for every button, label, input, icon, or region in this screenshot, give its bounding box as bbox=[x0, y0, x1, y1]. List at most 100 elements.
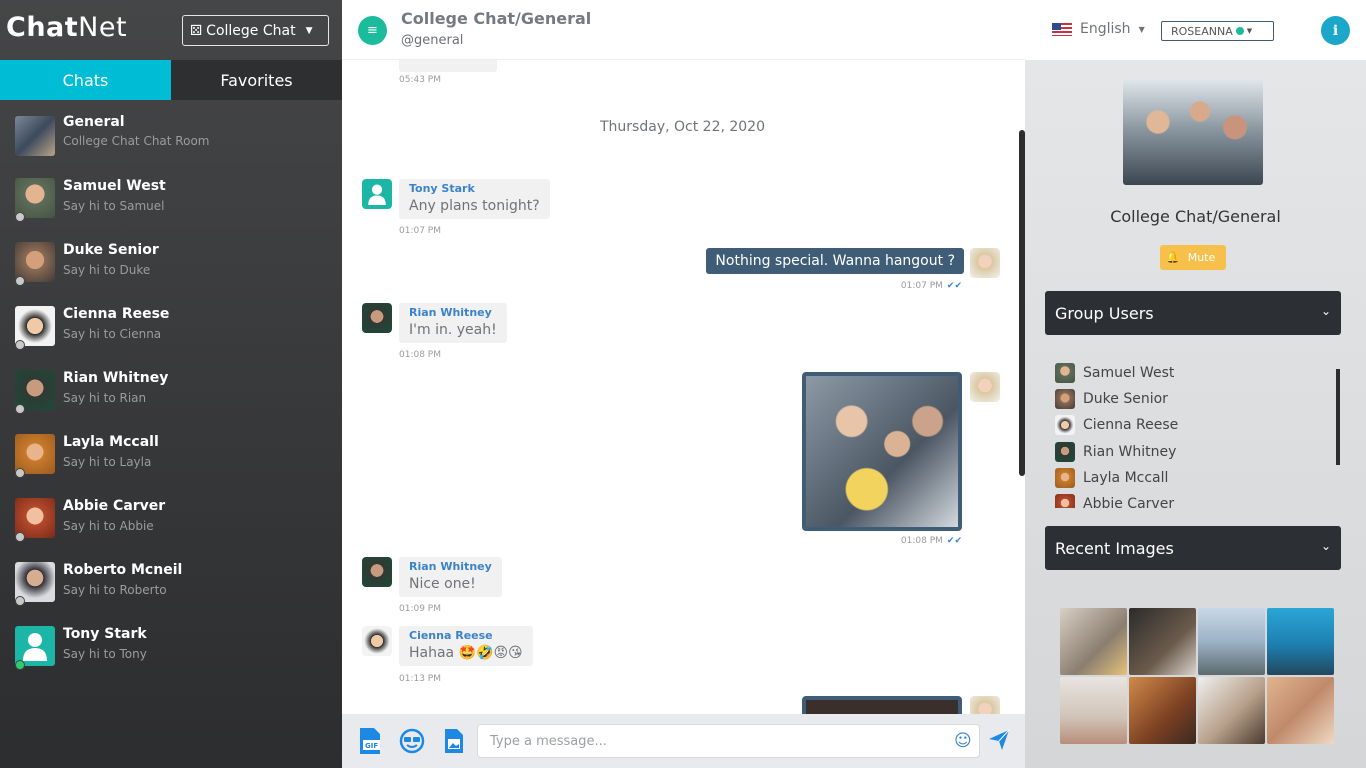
outgoing-message-bubble: Nothing special. Wanna hangout ? bbox=[706, 248, 964, 274]
list-item[interactable]: Duke Senior bbox=[1055, 386, 1335, 412]
message-time: 01:08 PM bbox=[900, 536, 943, 546]
chat-item-duke-senior[interactable]: Duke Senior Say hi to Duke bbox=[0, 228, 342, 292]
language-dropdown[interactable]: English ▼ bbox=[1052, 21, 1145, 37]
emoji-icon[interactable]: ☺ bbox=[954, 731, 974, 751]
caret-down-icon: ▼ bbox=[1138, 24, 1145, 34]
recent-images-title: Recent Images bbox=[1055, 538, 1174, 558]
recent-image-thumb[interactable] bbox=[1267, 608, 1334, 675]
message-text: Nice one! bbox=[409, 576, 476, 592]
group-users-accordion[interactable]: Group Users ⌄ bbox=[1045, 291, 1341, 335]
chat-item-cienna-reese[interactable]: Cienna Reese Say hi to Cienna bbox=[0, 292, 342, 356]
list-item[interactable]: Layla Mccall bbox=[1055, 465, 1335, 491]
tab-favorites[interactable]: Favorites bbox=[171, 60, 342, 100]
message-bubble bbox=[399, 60, 497, 72]
send-icon bbox=[989, 729, 1010, 750]
list-item[interactable]: Rian Whitney bbox=[1055, 439, 1335, 465]
avatar bbox=[362, 179, 392, 209]
avatar bbox=[1055, 415, 1075, 436]
avatar bbox=[362, 557, 392, 587]
chat-list: General College Chat Chat Room Samuel We… bbox=[0, 100, 342, 676]
room-title: College Chat/General bbox=[401, 9, 592, 28]
chat-name: Abbie Carver bbox=[63, 498, 166, 514]
image-message[interactable] bbox=[802, 696, 962, 714]
group-users-list[interactable]: Samuel West Duke Senior Cienna Reese Ria… bbox=[1055, 360, 1335, 508]
chat-name: Cienna Reese bbox=[63, 306, 170, 322]
recent-image-thumb[interactable] bbox=[1198, 608, 1265, 675]
room-selector-dropdown[interactable]: ⚄ College Chat ▼ bbox=[182, 15, 329, 46]
chat-header: ≡ College Chat/General @general bbox=[342, 0, 1025, 60]
avatar bbox=[970, 372, 1000, 402]
tab-chats[interactable]: Chats bbox=[0, 60, 171, 100]
chat-item-roberto-mcneil[interactable]: Roberto Mcneil Say hi to Roberto bbox=[0, 548, 342, 612]
recent-image-thumb[interactable] bbox=[1129, 608, 1196, 675]
list-item[interactable]: Samuel West bbox=[1055, 360, 1335, 386]
caret-down-icon: ▼ bbox=[305, 25, 313, 36]
user-name: Duke Senior bbox=[1083, 391, 1168, 408]
recent-image-thumb[interactable] bbox=[1129, 677, 1196, 744]
dice-icon: ⚄ bbox=[190, 22, 203, 39]
image-message[interactable] bbox=[802, 372, 962, 531]
offline-status-dot bbox=[15, 532, 25, 542]
sender-name[interactable]: Rian Whitney bbox=[409, 560, 492, 573]
chat-item-rian-whitney[interactable]: Rian Whitney Say hi to Rian bbox=[0, 356, 342, 420]
chat-subtitle: College Chat Chat Room bbox=[63, 134, 210, 148]
message-time-row: 01:07 PM ✔✔ bbox=[901, 281, 962, 291]
avatar bbox=[1055, 494, 1075, 508]
send-button[interactable] bbox=[988, 729, 1012, 753]
recent-images-accordion[interactable]: Recent Images ⌄ bbox=[1045, 526, 1341, 570]
mute-button[interactable]: 🔔 Mute bbox=[1160, 245, 1226, 270]
message-time: 01:13 PM bbox=[399, 674, 441, 684]
message-list[interactable]: 05:43 PM Thursday, Oct 22, 2020 Tony Sta… bbox=[342, 60, 1025, 714]
sender-name[interactable]: Rian Whitney bbox=[409, 306, 497, 319]
chat-item-samuel-west[interactable]: Samuel West Say hi to Samuel bbox=[0, 164, 342, 228]
avatar bbox=[1055, 363, 1075, 384]
chat-item-tony-stark[interactable]: Tony Stark Say hi to Tony bbox=[0, 612, 342, 676]
message-time-row: 01:08 PM ✔✔ bbox=[901, 536, 962, 546]
sender-name[interactable]: Tony Stark bbox=[409, 182, 540, 195]
gif-icon[interactable]: GIF bbox=[356, 727, 384, 755]
user-placeholder-icon bbox=[368, 184, 386, 205]
menu-toggle-button[interactable]: ≡ bbox=[358, 16, 387, 45]
recent-image-thumb[interactable] bbox=[1198, 677, 1265, 744]
avatar bbox=[1055, 389, 1075, 410]
username-label: ROSEANNA bbox=[1171, 24, 1233, 38]
avatar bbox=[15, 116, 55, 156]
sticker-icon[interactable] bbox=[398, 727, 426, 755]
image-upload-icon[interactable] bbox=[440, 727, 468, 755]
chat-item-general[interactable]: General College Chat Chat Room bbox=[0, 100, 342, 164]
date-separator: Thursday, Oct 22, 2020 bbox=[600, 119, 765, 135]
users-scrollbar[interactable] bbox=[1336, 369, 1340, 465]
recent-image-thumb[interactable] bbox=[1060, 677, 1127, 744]
message-time: 01:09 PM bbox=[399, 604, 441, 614]
list-item[interactable]: Cienna Reese bbox=[1055, 412, 1335, 438]
sender-name[interactable]: Cienna Reese bbox=[409, 629, 523, 642]
chat-item-abbie-carver[interactable]: Abbie Carver Say hi to Abbie bbox=[0, 484, 342, 548]
list-item[interactable]: Abbie Carver bbox=[1055, 491, 1335, 508]
message-input[interactable]: Type a message... bbox=[477, 724, 980, 758]
chat-subtitle: Say hi to Layla bbox=[63, 455, 152, 469]
message-time: 01:07 PM bbox=[399, 226, 441, 236]
offline-status-dot bbox=[15, 276, 25, 286]
top-right-bar: English ▼ ROSEANNA ▼ i bbox=[1025, 0, 1366, 60]
double-check-icon: ✔✔ bbox=[946, 281, 962, 291]
message-bubble: Rian Whitney Nice one! bbox=[399, 557, 502, 597]
user-menu-dropdown[interactable]: ROSEANNA ▼ bbox=[1161, 21, 1274, 41]
recent-image-thumb[interactable] bbox=[1060, 608, 1127, 675]
info-button[interactable]: i bbox=[1321, 16, 1350, 45]
group-users-title: Group Users bbox=[1055, 303, 1154, 323]
chat-item-layla-mccall[interactable]: Layla Mccall Say hi to Layla bbox=[0, 420, 342, 484]
room-info-title: College Chat/General bbox=[1110, 207, 1281, 226]
chat-subtitle: Say hi to Samuel bbox=[63, 199, 165, 213]
offline-status-dot bbox=[15, 340, 25, 350]
offline-status-dot bbox=[15, 468, 25, 478]
offline-status-dot bbox=[15, 404, 25, 414]
user-name: Layla Mccall bbox=[1083, 469, 1169, 486]
user-name: Cienna Reese bbox=[1083, 417, 1179, 434]
message-time: 01:08 PM bbox=[399, 350, 441, 360]
sidebar-tabs: Chats Favorites bbox=[0, 60, 342, 100]
chat-subtitle: Say hi to Roberto bbox=[63, 583, 167, 597]
avatar bbox=[970, 696, 1000, 714]
recent-image-thumb[interactable] bbox=[1267, 677, 1334, 744]
brand-regular: Net bbox=[78, 12, 128, 43]
room-info-panel: College Chat/General 🔔 Mute Group Users … bbox=[1025, 60, 1366, 768]
